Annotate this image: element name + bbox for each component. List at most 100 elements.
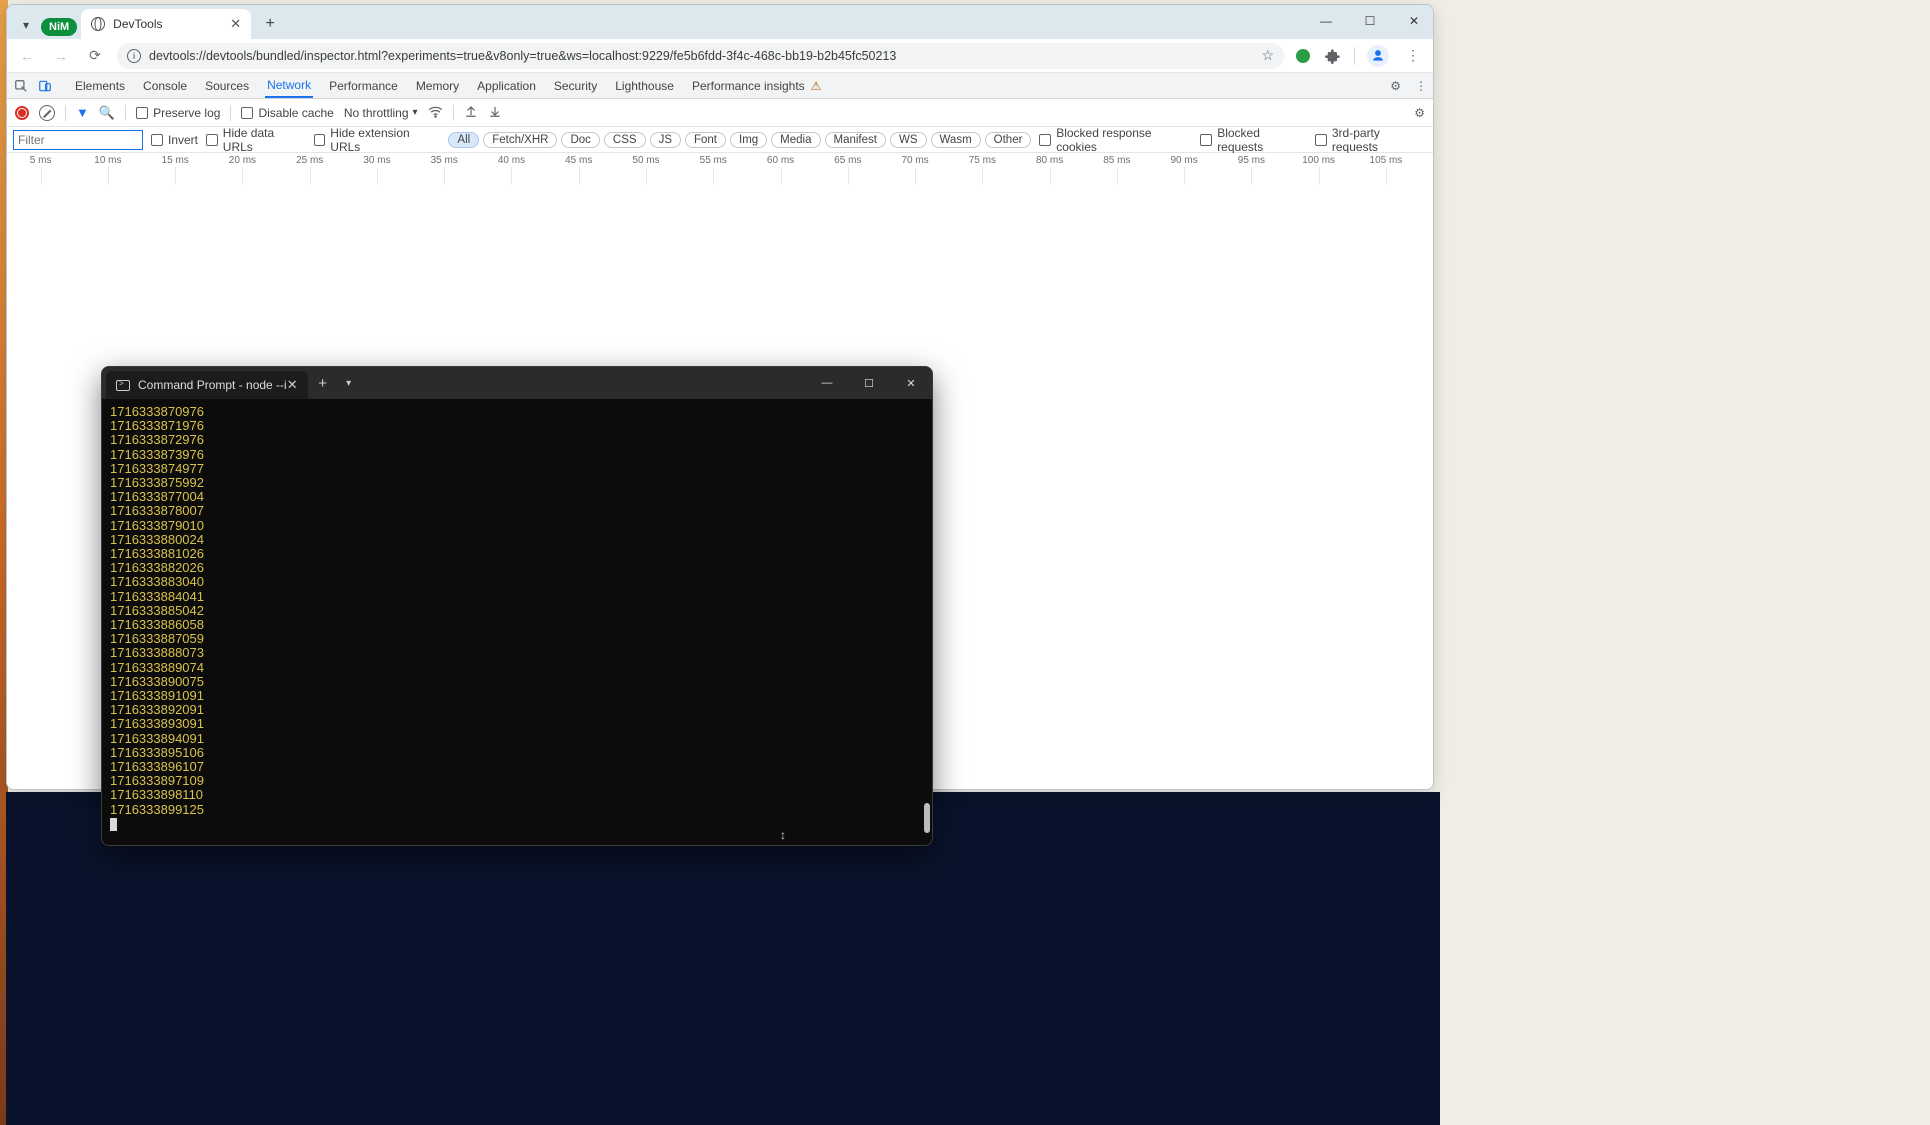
timeline-tick-label: 105 ms	[1370, 155, 1403, 166]
preserve-log-checkbox[interactable]: Preserve log	[136, 106, 220, 120]
import-har-icon[interactable]	[464, 104, 478, 121]
resize-handle-icon[interactable]: ↕	[780, 828, 786, 842]
terminal-icon	[116, 380, 130, 391]
type-pill-img[interactable]: Img	[730, 132, 767, 148]
timeline-tick-label: 75 ms	[969, 155, 996, 166]
network-conditions-icon[interactable]	[428, 104, 443, 122]
type-pill-all[interactable]: All	[448, 132, 479, 148]
nav-back-button[interactable]: ←	[15, 44, 39, 68]
inspect-element-icon[interactable]	[13, 78, 29, 94]
omnibox[interactable]: i devtools://devtools/bundled/inspector.…	[117, 43, 1284, 69]
nav-reload-button[interactable]: ⟳	[83, 44, 107, 68]
type-pill-font[interactable]: Font	[685, 132, 726, 148]
cmd-tab[interactable]: Command Prompt - node --i ✕	[106, 371, 308, 399]
type-filter-pills: AllFetch/XHRDoc CSSJSFontImgMedia Manifest…	[448, 132, 1031, 148]
type-pill-media[interactable]: Media	[771, 132, 820, 148]
record-button[interactable]	[15, 106, 29, 120]
window-controls: — ☐ ✕	[1311, 9, 1429, 33]
invert-checkbox[interactable]: Invert	[151, 133, 198, 147]
tab-search-button[interactable]: ▾	[15, 14, 37, 36]
tab-network[interactable]: Network	[265, 73, 313, 98]
devtools-menu-button[interactable]: ⋮	[1415, 79, 1427, 93]
filter-toggle-icon[interactable]: ▼	[76, 105, 89, 120]
experimental-warning-icon: ⚠	[811, 79, 822, 93]
nav-forward-button[interactable]: →	[49, 44, 73, 68]
cmd-output-line: 1716333872976	[110, 433, 924, 447]
extension-nim-icon[interactable]	[1294, 47, 1312, 65]
cmd-output-line: 1716333874977	[110, 462, 924, 476]
separator	[125, 105, 126, 121]
cmd-output-line: 1716333882026	[110, 561, 924, 575]
type-pill-doc[interactable]: Doc	[561, 132, 599, 148]
cmd-close-button[interactable]: ✕	[890, 367, 932, 399]
cmd-output-line: 1716333899125	[110, 803, 924, 817]
window-minimize-button[interactable]: —	[1311, 9, 1341, 33]
cmd-output-line: 1716333888073	[110, 646, 924, 660]
window-close-button[interactable]: ✕	[1399, 9, 1429, 33]
type-pill-ws[interactable]: WS	[890, 132, 927, 148]
browser-tab-devtools[interactable]: DevTools ✕	[81, 9, 251, 39]
network-settings-icon[interactable]: ⚙	[1414, 106, 1425, 120]
cmd-window-controls: — ☐ ✕	[806, 367, 932, 399]
export-har-icon[interactable]	[488, 104, 502, 121]
separator	[230, 105, 231, 121]
cmd-minimize-button[interactable]: —	[806, 367, 848, 399]
type-pill-other[interactable]: Other	[985, 132, 1032, 148]
throttling-select[interactable]: No throttling▾	[344, 106, 418, 120]
url-text: devtools://devtools/bundled/inspector.ht…	[149, 49, 896, 63]
tab-lighthouse[interactable]: Lighthouse	[613, 73, 676, 98]
hide-extension-urls-checkbox[interactable]: Hide extension URLs	[314, 126, 441, 154]
tab-memory[interactable]: Memory	[414, 73, 461, 98]
cmd-output-line: 1716333879010	[110, 519, 924, 533]
cmd-tab-dropdown[interactable]: ▾	[338, 367, 360, 399]
tab-application[interactable]: Application	[475, 73, 538, 98]
disable-cache-checkbox[interactable]: Disable cache	[241, 106, 333, 120]
cmd-scrollbar-thumb[interactable]	[924, 803, 930, 833]
cmd-output-line: 1716333889074	[110, 661, 924, 675]
devtools-settings-icon[interactable]: ⚙	[1390, 79, 1401, 93]
site-info-icon[interactable]: i	[127, 49, 141, 63]
clear-button[interactable]	[39, 105, 55, 121]
bookmark-star-icon[interactable]: ☆	[1261, 47, 1274, 64]
hide-data-urls-checkbox[interactable]: Hide data URLs	[206, 126, 306, 154]
cmd-maximize-button[interactable]: ☐	[848, 367, 890, 399]
cmd-output[interactable]: 1716333870976171633387197617163338729761…	[102, 399, 932, 845]
new-tab-button[interactable]: +	[257, 11, 283, 37]
cmd-titlebar[interactable]: Command Prompt - node --i ✕ + ▾ — ☐ ✕	[102, 367, 932, 399]
cmd-new-tab-button[interactable]: +	[308, 367, 338, 399]
close-tab-button[interactable]: ✕	[230, 16, 241, 32]
cmd-output-line: 1716333884041	[110, 590, 924, 604]
type-pill-css[interactable]: CSS	[604, 132, 646, 148]
blocked-requests-checkbox[interactable]: Blocked requests	[1200, 126, 1307, 154]
tab-performance-insights[interactable]: Performance insights	[690, 73, 807, 98]
type-pill-wasm[interactable]: Wasm	[931, 132, 981, 148]
timeline-tick-label: 70 ms	[901, 155, 928, 166]
cmd-output-line: 1716333897109	[110, 774, 924, 788]
window-maximize-button[interactable]: ☐	[1355, 9, 1385, 33]
profile-avatar-icon[interactable]	[1367, 45, 1389, 67]
cmd-output-line: 1716333887059	[110, 632, 924, 646]
device-toolbar-icon[interactable]	[37, 78, 53, 94]
timeline-tick-label: 95 ms	[1238, 155, 1265, 166]
chrome-menu-button[interactable]: ⋮	[1401, 44, 1425, 68]
tab-elements[interactable]: Elements	[73, 73, 127, 98]
tab-security[interactable]: Security	[552, 73, 599, 98]
tab-sources[interactable]: Sources	[203, 73, 251, 98]
type-pill-manifest[interactable]: Manifest	[825, 132, 886, 148]
nim-extension-badge[interactable]: NiM	[41, 18, 77, 36]
tab-performance[interactable]: Performance	[327, 73, 400, 98]
extensions-puzzle-icon[interactable]	[1324, 47, 1342, 65]
separator	[1354, 47, 1355, 65]
cmd-output-line: 1716333898110	[110, 788, 924, 802]
cmd-output-line: 1716333890075	[110, 675, 924, 689]
type-pill-js[interactable]: JS	[650, 132, 681, 148]
address-bar: ← → ⟳ i devtools://devtools/bundled/insp…	[7, 39, 1433, 73]
third-party-checkbox[interactable]: 3rd-party requests	[1315, 126, 1427, 154]
tab-console[interactable]: Console	[141, 73, 189, 98]
cmd-output-line: 1716333873976	[110, 448, 924, 462]
search-icon[interactable]: 🔍	[99, 105, 115, 121]
type-pill-fetchxhr[interactable]: Fetch/XHR	[483, 132, 557, 148]
blocked-cookies-checkbox[interactable]: Blocked response cookies	[1039, 126, 1192, 154]
filter-input[interactable]	[13, 130, 143, 150]
cmd-tab-close-button[interactable]: ✕	[287, 377, 298, 393]
